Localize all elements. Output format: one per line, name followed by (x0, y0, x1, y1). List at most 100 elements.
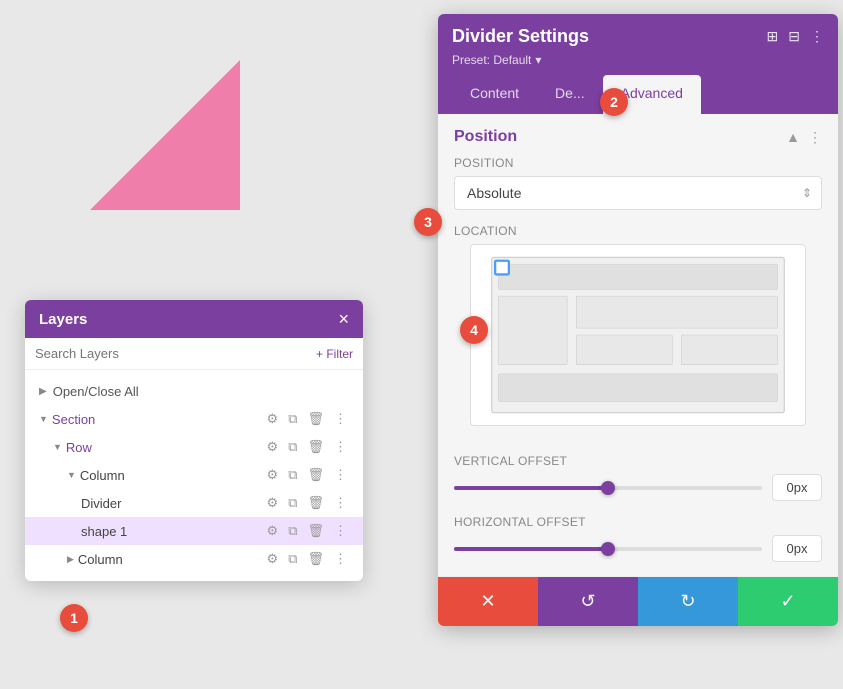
divider-trash-icon[interactable]: 🗑 (305, 494, 326, 512)
column-dots-icon[interactable]: ⋮ (332, 466, 349, 484)
position-field-group: Position Default Absolute Fixed Relative… (438, 156, 838, 224)
settings-tabs: Content De... Advanced (452, 75, 824, 114)
section-arrow-icon: ▼ (39, 414, 48, 424)
layers-header: Layers × (25, 300, 363, 338)
row-trash-icon[interactable]: 🗑 (305, 438, 326, 456)
column-arrow-icon: ▼ (67, 470, 76, 480)
open-close-arrow-icon: ▶ (39, 386, 47, 397)
column2-dots-icon[interactable]: ⋮ (332, 550, 349, 568)
position-field-label: Position (454, 156, 822, 170)
preset-arrow-icon: ▾ (535, 53, 541, 67)
settings-title: Divider Settings (452, 26, 589, 47)
shape1-icons: ⚙ ⧉ 🗑 ⋮ (265, 522, 349, 540)
confirm-button[interactable]: ✓ (738, 577, 838, 626)
horizontal-offset-slider-track[interactable] (454, 547, 762, 551)
divider-dots-icon[interactable]: ⋮ (332, 494, 349, 512)
settings-title-row: Divider Settings ⊞ ⊟ ⋮ (452, 26, 824, 47)
column2-trash-icon[interactable]: 🗑 (305, 550, 326, 568)
shape1-gear-icon[interactable]: ⚙ (265, 522, 281, 540)
row-copy-icon[interactable]: ⧉ (286, 438, 299, 456)
section-label: Section (52, 412, 265, 427)
position-select[interactable]: Default Absolute Fixed Relative (454, 176, 822, 210)
column-icons: ⚙ ⧉ 🗑 ⋮ (265, 466, 349, 484)
open-close-label: Open/Close All (53, 384, 139, 399)
horizontal-offset-label: Horizontal Offset (454, 515, 822, 529)
layers-title: Layers (39, 311, 87, 328)
position-more-button[interactable]: ⋮ (808, 129, 822, 146)
location-grid-container[interactable] (470, 244, 806, 426)
badge-4: 4 (460, 316, 488, 344)
column2-label: Column (78, 552, 265, 567)
preset-label: Preset: Default (452, 53, 531, 67)
position-section-header: Position ▲ ⋮ (438, 114, 838, 156)
position-collapse-button[interactable]: ▲ (786, 129, 800, 145)
cancel-button[interactable]: ✕ (438, 577, 538, 626)
settings-more-icon[interactable]: ⋮ (810, 28, 824, 45)
column2-icons: ⚙ ⧉ 🗑 ⋮ (265, 550, 349, 568)
reset-button[interactable]: ↺ (538, 577, 638, 626)
settings-header-icons: ⊞ ⊟ ⋮ (767, 28, 824, 45)
layer-item-section[interactable]: ▼ Section ⚙ ⧉ 🗑 ⋮ (25, 405, 363, 433)
column2-copy-icon[interactable]: ⧉ (286, 550, 299, 568)
triangle-shape (90, 60, 240, 210)
location-grid (481, 255, 795, 415)
layers-search-bar: + Filter (25, 338, 363, 370)
layers-open-close[interactable]: ▶ Open/Close All (25, 378, 363, 405)
column-gear-icon[interactable]: ⚙ (265, 466, 281, 484)
divider-label: Divider (81, 496, 265, 511)
divider-copy-icon[interactable]: ⧉ (286, 494, 299, 512)
column2-arrow-icon: ▶ (67, 554, 74, 565)
divider-icons: ⚙ ⧉ 🗑 ⋮ (265, 494, 349, 512)
column-copy-icon[interactable]: ⧉ (286, 466, 299, 484)
settings-expand-icon[interactable]: ⊞ (767, 28, 779, 45)
row-arrow-icon: ▼ (53, 442, 62, 452)
shape1-dots-icon[interactable]: ⋮ (332, 522, 349, 540)
layers-close-button[interactable]: × (338, 310, 349, 328)
badge-1: 1 (60, 604, 88, 632)
section-copy-icon[interactable]: ⧉ (286, 410, 299, 428)
horizontal-offset-value[interactable]: 0px (772, 535, 822, 562)
tab-content[interactable]: Content (452, 75, 537, 114)
shape1-copy-icon[interactable]: ⧉ (286, 522, 299, 540)
position-select-wrapper: Default Absolute Fixed Relative ⇕ (454, 176, 822, 210)
redo-button[interactable]: ↻ (638, 577, 738, 626)
location-label: Location (454, 224, 822, 238)
horizontal-offset-slider-thumb[interactable] (601, 542, 615, 556)
layer-item-shape1[interactable]: shape 1 ⚙ ⧉ 🗑 ⋮ (25, 517, 363, 545)
shape1-trash-icon[interactable]: 🗑 (305, 522, 326, 540)
column-label: Column (80, 468, 265, 483)
layer-item-row[interactable]: ▼ Row ⚙ ⧉ 🗑 ⋮ (25, 433, 363, 461)
vertical-offset-label: Vertical Offset (454, 454, 822, 468)
layer-item-column2[interactable]: ▶ Column ⚙ ⧉ 🗑 ⋮ (25, 545, 363, 573)
vertical-offset-slider-fill (454, 486, 608, 490)
badge-2: 2 (600, 88, 628, 116)
section-gear-icon[interactable]: ⚙ (265, 410, 281, 428)
vertical-offset-slider-thumb[interactable] (601, 481, 615, 495)
tab-design[interactable]: De... (537, 75, 603, 114)
horizontal-offset-group: Horizontal Offset 0px (438, 515, 838, 576)
layer-item-column[interactable]: ▼ Column ⚙ ⧉ 🗑 ⋮ (25, 461, 363, 489)
divider-gear-icon[interactable]: ⚙ (265, 494, 281, 512)
location-grid-svg (481, 255, 795, 415)
section-trash-icon[interactable]: 🗑 (305, 410, 326, 428)
settings-grid-icon[interactable]: ⊟ (788, 28, 800, 45)
column2-gear-icon[interactable]: ⚙ (265, 550, 281, 568)
filter-button[interactable]: + Filter (316, 347, 353, 361)
horizontal-offset-row: 0px (454, 535, 822, 562)
settings-preset[interactable]: Preset: Default ▾ (452, 53, 824, 67)
section-dots-icon[interactable]: ⋮ (332, 410, 349, 428)
settings-header: Divider Settings ⊞ ⊟ ⋮ Preset: Default ▾… (438, 14, 838, 114)
column-trash-icon[interactable]: 🗑 (305, 466, 326, 484)
horizontal-offset-slider-fill (454, 547, 608, 551)
badge-3: 3 (414, 208, 442, 236)
vertical-offset-slider-track[interactable] (454, 486, 762, 490)
row-dots-icon[interactable]: ⋮ (332, 438, 349, 456)
layer-item-divider[interactable]: Divider ⚙ ⧉ 🗑 ⋮ (25, 489, 363, 517)
shape1-label: shape 1 (81, 524, 265, 539)
location-group: Location (438, 224, 838, 454)
position-section-title: Position (454, 128, 517, 146)
row-gear-icon[interactable]: ⚙ (265, 438, 281, 456)
settings-panel: Divider Settings ⊞ ⊟ ⋮ Preset: Default ▾… (438, 14, 838, 626)
layers-search-input[interactable] (35, 346, 308, 361)
vertical-offset-value[interactable]: 0px (772, 474, 822, 501)
